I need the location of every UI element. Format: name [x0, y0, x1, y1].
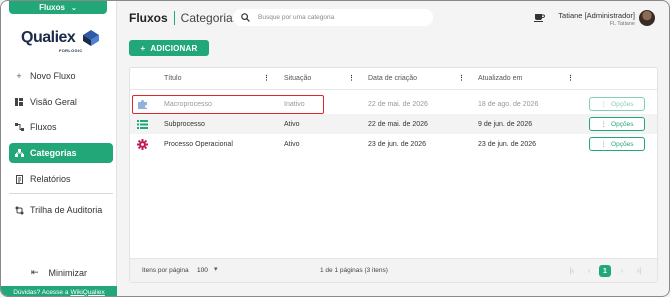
categories-icon: [13, 149, 25, 157]
options-button[interactable]: ⋮ Opções: [589, 97, 645, 111]
sidebar-item-novo-fluxo[interactable]: + Novo Fluxo: [9, 66, 113, 86]
dashboard-icon: [13, 98, 25, 106]
sidebar-item-label: Trilha de Auditoria: [30, 205, 103, 215]
sidebar-item-categorias[interactable]: Categorias: [9, 143, 113, 163]
sidebar-item-label: Visão Geral: [30, 97, 77, 107]
row-updated: 9 de jun. de 2026: [478, 120, 533, 128]
logo-mark-icon: [83, 30, 99, 46]
app-window: Fluxos ⌄ Qualiex FORLOGIC + Novo Fluxo V…: [0, 0, 670, 297]
row-status: Ativo: [284, 140, 300, 148]
table-row[interactable]: Subprocesso Ativo 22 de mai. de 2026 9 d…: [130, 114, 657, 134]
user-name: Tatiane [Administrador]: [558, 11, 635, 20]
categories-table: Título ⋮ Situação ⋮ Data de criação ⋮ At…: [129, 67, 658, 283]
per-page-select[interactable]: 100: [197, 267, 208, 274]
search-placeholder: Busque por uma categoria: [258, 14, 335, 21]
sidebar-item-fluxos[interactable]: Fluxos: [9, 117, 113, 137]
qualiex-logo: Qualiex FORLOGIC: [21, 29, 101, 59]
row-created: 23 de jun. de 2026: [368, 140, 426, 148]
list-icon: [136, 118, 148, 130]
page-button-current[interactable]: 1: [599, 265, 611, 277]
sidebar-item-label: Novo Fluxo: [30, 71, 76, 81]
collapse-left-icon: ⇤: [31, 267, 39, 277]
sidebar-item-relatorios[interactable]: Relatórios: [9, 169, 113, 189]
column-menu-icon[interactable]: ⋮: [263, 74, 270, 82]
options-button[interactable]: ⋮ Opções: [589, 137, 645, 151]
search-input[interactable]: Busque por uma categoria: [233, 9, 433, 26]
row-created: 22 de mai. de 2026: [368, 120, 428, 128]
sidebar-item-label: Relatórios: [30, 174, 71, 184]
help-text: Dúvidas? Acesse a: [13, 288, 69, 296]
avatar[interactable]: [639, 10, 655, 26]
search-icon: [241, 13, 250, 22]
column-header-updated[interactable]: Atualizado em: [478, 68, 522, 88]
prev-page-icon[interactable]: ‹: [583, 265, 595, 277]
sidebar-divider: [9, 193, 113, 194]
next-page-icon[interactable]: ›: [616, 265, 628, 277]
sidebar-item-visao-geral[interactable]: Visão Geral: [9, 92, 113, 112]
per-page-label: Itens por página: [142, 267, 189, 274]
header-divider: [130, 89, 657, 90]
last-page-icon[interactable]: ›|: [633, 265, 645, 277]
logo-wordmark: Qualiex: [21, 29, 76, 46]
row-title: Processo Operacional: [164, 140, 233, 148]
plus-icon: +: [140, 43, 146, 53]
chevron-down-icon: ⌄: [70, 4, 77, 12]
coffee-icon[interactable]: [534, 12, 545, 22]
minimize-label: Minimizar: [48, 267, 88, 278]
column-menu-icon[interactable]: ⋮: [567, 74, 574, 82]
row-status: Ativo: [284, 120, 300, 128]
row-title: Subprocesso: [164, 120, 205, 128]
column-header-created[interactable]: Data de criação: [368, 68, 417, 88]
column-header-status[interactable]: Situação: [284, 68, 311, 88]
sidebar-item-label: Fluxos: [30, 122, 57, 132]
page-title-sub: Categorias: [180, 11, 239, 25]
page-title-main: Fluxos: [129, 11, 168, 25]
kebab-icon: ⋮: [600, 121, 608, 128]
row-updated: 23 de jun. de 2026: [478, 140, 536, 148]
module-selector[interactable]: Fluxos ⌄: [9, 1, 107, 14]
help-bar: Dúvidas? Acesse a WikiQualiex: [1, 286, 117, 296]
highlight-box: [132, 95, 324, 114]
kebab-icon: ⋮: [600, 101, 608, 108]
gear-icon: [136, 138, 148, 150]
column-header-title[interactable]: Título: [164, 68, 182, 88]
audit-trail-icon: [13, 206, 25, 215]
row-created: 22 de mai. de 2026: [368, 100, 428, 108]
plus-icon: +: [16, 71, 22, 81]
minimize-sidebar-button[interactable]: ⇤ Minimizar: [31, 267, 87, 278]
user-subtitle: FL Tatiane: [609, 21, 635, 27]
page-title: Fluxos Categorias: [129, 11, 239, 25]
sidebar-item-label: Categorias: [30, 148, 77, 158]
user-info[interactable]: Tatiane [Administrador] FL Tatiane: [551, 11, 635, 27]
caret-down-icon[interactable]: ▾: [214, 265, 218, 273]
wiki-link[interactable]: WikiQualiex: [70, 289, 104, 296]
module-label: Fluxos: [39, 3, 65, 12]
pagination-info: 1 de 1 páginas (3 itens): [320, 267, 388, 274]
options-button[interactable]: ⋮ Opções: [589, 117, 645, 131]
report-icon: [13, 174, 25, 184]
kebab-icon: ⋮: [600, 141, 608, 148]
logo-subtitle: FORLOGIC: [59, 48, 83, 53]
sidebar: Fluxos ⌄ Qualiex FORLOGIC + Novo Fluxo V…: [1, 1, 117, 296]
table-row[interactable]: Processo Operacional Ativo 23 de jun. de…: [130, 134, 657, 154]
table-footer: Itens por página 100 ▾ 1 de 1 páginas (3…: [130, 258, 657, 282]
row-updated: 18 de ago. de 2026: [478, 100, 539, 108]
add-button-label: ADICIONAR: [150, 43, 198, 53]
column-menu-icon[interactable]: ⋮: [458, 74, 465, 82]
add-button[interactable]: + ADICIONAR: [129, 40, 209, 56]
title-separator: [173, 11, 175, 25]
first-page-icon[interactable]: |‹: [566, 265, 578, 277]
flow-icon: [13, 123, 25, 131]
column-menu-icon[interactable]: ⋮: [348, 74, 355, 82]
sidebar-item-trilha-de-auditoria[interactable]: Trilha de Auditoria: [9, 200, 113, 220]
